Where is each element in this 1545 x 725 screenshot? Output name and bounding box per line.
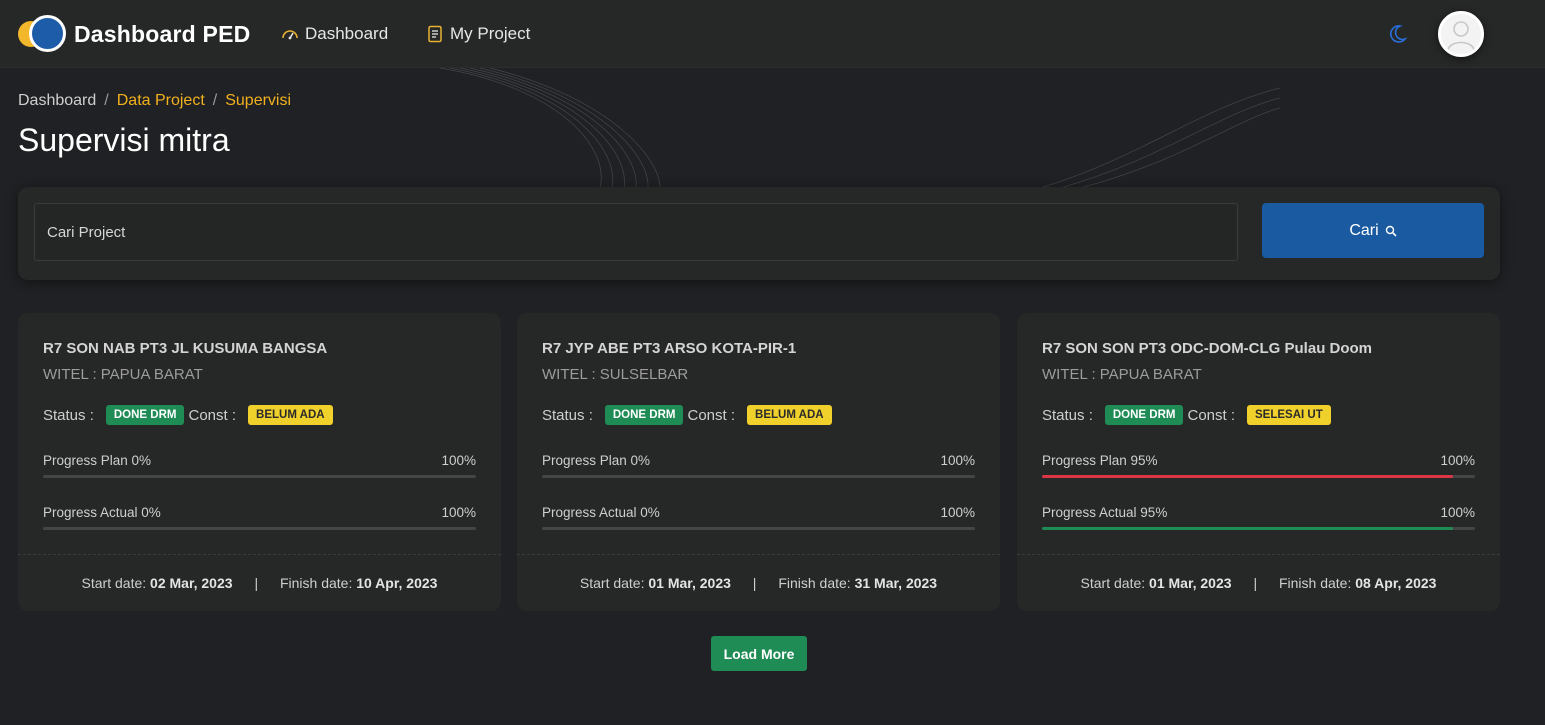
progress-plan-track xyxy=(542,475,975,478)
project-title: R7 SON SON PT3 ODC-DOM-CLG Pulau Doom xyxy=(1042,340,1373,357)
progress-actual-track xyxy=(1042,527,1475,530)
notebook-icon xyxy=(428,25,442,43)
card-divider xyxy=(1017,554,1500,555)
breadcrumb: Dashboard / Data Project / Supervisi xyxy=(18,92,291,110)
top-navbar: Dashboard PED Dashboard My Project xyxy=(0,0,1545,68)
finish-date-label: Finish date: xyxy=(778,575,851,591)
progress-actual-fill xyxy=(1042,527,1454,530)
search-icon xyxy=(1385,225,1397,237)
progress-actual: Progress Actual 0% 100% xyxy=(43,505,476,530)
progress-plan-max: 100% xyxy=(940,453,975,468)
search-button[interactable]: Cari xyxy=(1262,203,1484,258)
search-button-label: Cari xyxy=(1349,221,1379,239)
brand-name: Dashboard PED xyxy=(74,20,251,47)
card-divider xyxy=(18,554,501,555)
project-title: R7 SON NAB PT3 JL KUSUMA BANGSA xyxy=(43,340,328,357)
progress-plan-label: Progress Plan 0% xyxy=(542,453,651,468)
finish-date: 08 Apr, 2023 xyxy=(1355,575,1437,591)
search-panel: Cari xyxy=(18,187,1500,280)
progress-actual-max: 100% xyxy=(1440,505,1475,520)
breadcrumb-supervisi[interactable]: Supervisi xyxy=(225,92,291,110)
progress-actual-track xyxy=(43,527,476,530)
project-witel: WITEL : PAPUA BARAT xyxy=(43,366,203,383)
speedometer-icon xyxy=(282,30,298,40)
breadcrumb-separator: / xyxy=(212,92,218,109)
start-date: 01 Mar, 2023 xyxy=(1149,575,1232,591)
status-label: Status : xyxy=(542,406,593,424)
progress-plan: Progress Plan 0% 100% xyxy=(43,453,476,478)
page-title: Supervisi mitra xyxy=(18,122,230,158)
const-label: Const : xyxy=(687,406,736,424)
const-label: Const : xyxy=(1187,406,1236,424)
moon-icon[interactable] xyxy=(1387,24,1407,44)
status-badge: DONE DRM xyxy=(105,405,185,425)
progress-actual-label: Progress Actual 0% xyxy=(43,505,161,520)
status-row: Status : DONE DRM Const : SELESAI UT xyxy=(1042,405,1335,425)
date-separator: | xyxy=(254,575,259,591)
const-badge: BELUM ADA xyxy=(248,405,333,425)
brand-logo xyxy=(18,15,66,53)
card-dates: Start date: 01 Mar, 2023 | Finish date: … xyxy=(517,575,1000,591)
progress-plan-label: Progress Plan 0% xyxy=(43,453,152,468)
status-row: Status : DONE DRM Const : BELUM ADA xyxy=(542,405,836,425)
date-separator: | xyxy=(1253,575,1258,591)
const-label: Const : xyxy=(188,406,237,424)
project-witel: WITEL : SULSELBAR xyxy=(542,366,689,383)
finish-date: 31 Mar, 2023 xyxy=(854,575,938,591)
card-divider xyxy=(517,554,1000,555)
start-date-label: Start date: xyxy=(579,575,645,591)
card-dates: Start date: 01 Mar, 2023 | Finish date: … xyxy=(1017,575,1500,591)
search-input[interactable] xyxy=(34,203,1238,261)
nav-link-dashboard[interactable]: Dashboard xyxy=(281,24,388,44)
breadcrumb-data-project[interactable]: Data Project xyxy=(117,92,205,110)
brand[interactable]: Dashboard PED xyxy=(18,15,250,53)
breadcrumb-dashboard[interactable]: Dashboard xyxy=(18,92,96,110)
status-row: Status : DONE DRM Const : BELUM ADA xyxy=(43,405,337,425)
progress-plan-label: Progress Plan 95% xyxy=(1042,453,1158,468)
start-date-label: Start date: xyxy=(81,575,147,591)
progress-plan-track xyxy=(1042,475,1475,478)
status-label: Status : xyxy=(43,406,94,424)
progress-plan: Progress Plan 0% 100% xyxy=(542,453,975,478)
start-date-label: Start date: xyxy=(1080,575,1146,591)
finish-date-label: Finish date: xyxy=(279,575,353,591)
progress-plan-track xyxy=(43,475,476,478)
project-witel: WITEL : PAPUA BARAT xyxy=(1042,366,1202,383)
progress-actual-label: Progress Actual 0% xyxy=(542,505,660,520)
nav-link-label: Dashboard xyxy=(305,24,389,43)
nav-link-my-project[interactable]: My Project xyxy=(426,24,530,44)
project-title: R7 JYP ABE PT3 ARSO KOTA-PIR-1 xyxy=(542,340,797,357)
project-card[interactable]: R7 JYP ABE PT3 ARSO KOTA-PIR-1 WITEL : S… xyxy=(517,313,1000,611)
card-dates: Start date: 02 Mar, 2023 | Finish date: … xyxy=(18,575,501,591)
date-separator: | xyxy=(752,575,757,591)
progress-actual-max: 100% xyxy=(940,505,975,520)
progress-actual-label: Progress Actual 95% xyxy=(1042,505,1168,520)
progress-plan-max: 100% xyxy=(441,453,476,468)
progress-plan: Progress Plan 95% 100% xyxy=(1042,453,1475,478)
start-date: 02 Mar, 2023 xyxy=(150,575,233,591)
status-badge: DONE DRM xyxy=(604,405,684,425)
const-badge: BELUM ADA xyxy=(747,405,832,425)
start-date: 01 Mar, 2023 xyxy=(648,575,731,591)
status-badge: DONE DRM xyxy=(1104,405,1184,425)
finish-date: 10 Apr, 2023 xyxy=(356,575,438,591)
progress-actual-track xyxy=(542,527,975,530)
progress-actual: Progress Actual 0% 100% xyxy=(542,505,975,530)
progress-actual-max: 100% xyxy=(441,505,476,520)
project-card[interactable]: R7 SON NAB PT3 JL KUSUMA BANGSA WITEL : … xyxy=(18,313,501,611)
progress-plan-fill xyxy=(1042,475,1454,478)
finish-date-label: Finish date: xyxy=(1278,575,1352,591)
load-more-button[interactable]: Load More xyxy=(711,636,807,671)
decorative-wave-lines xyxy=(439,68,1280,188)
progress-actual: Progress Actual 95% 100% xyxy=(1042,505,1475,530)
project-card[interactable]: R7 SON SON PT3 ODC-DOM-CLG Pulau Doom WI… xyxy=(1017,313,1500,611)
const-badge: SELESAI UT xyxy=(1247,405,1331,425)
status-label: Status : xyxy=(1042,406,1093,424)
breadcrumb-separator: / xyxy=(104,92,109,109)
user-avatar-icon[interactable] xyxy=(1438,11,1484,57)
nav-link-label: My Project xyxy=(450,24,531,43)
progress-plan-max: 100% xyxy=(1440,453,1475,468)
